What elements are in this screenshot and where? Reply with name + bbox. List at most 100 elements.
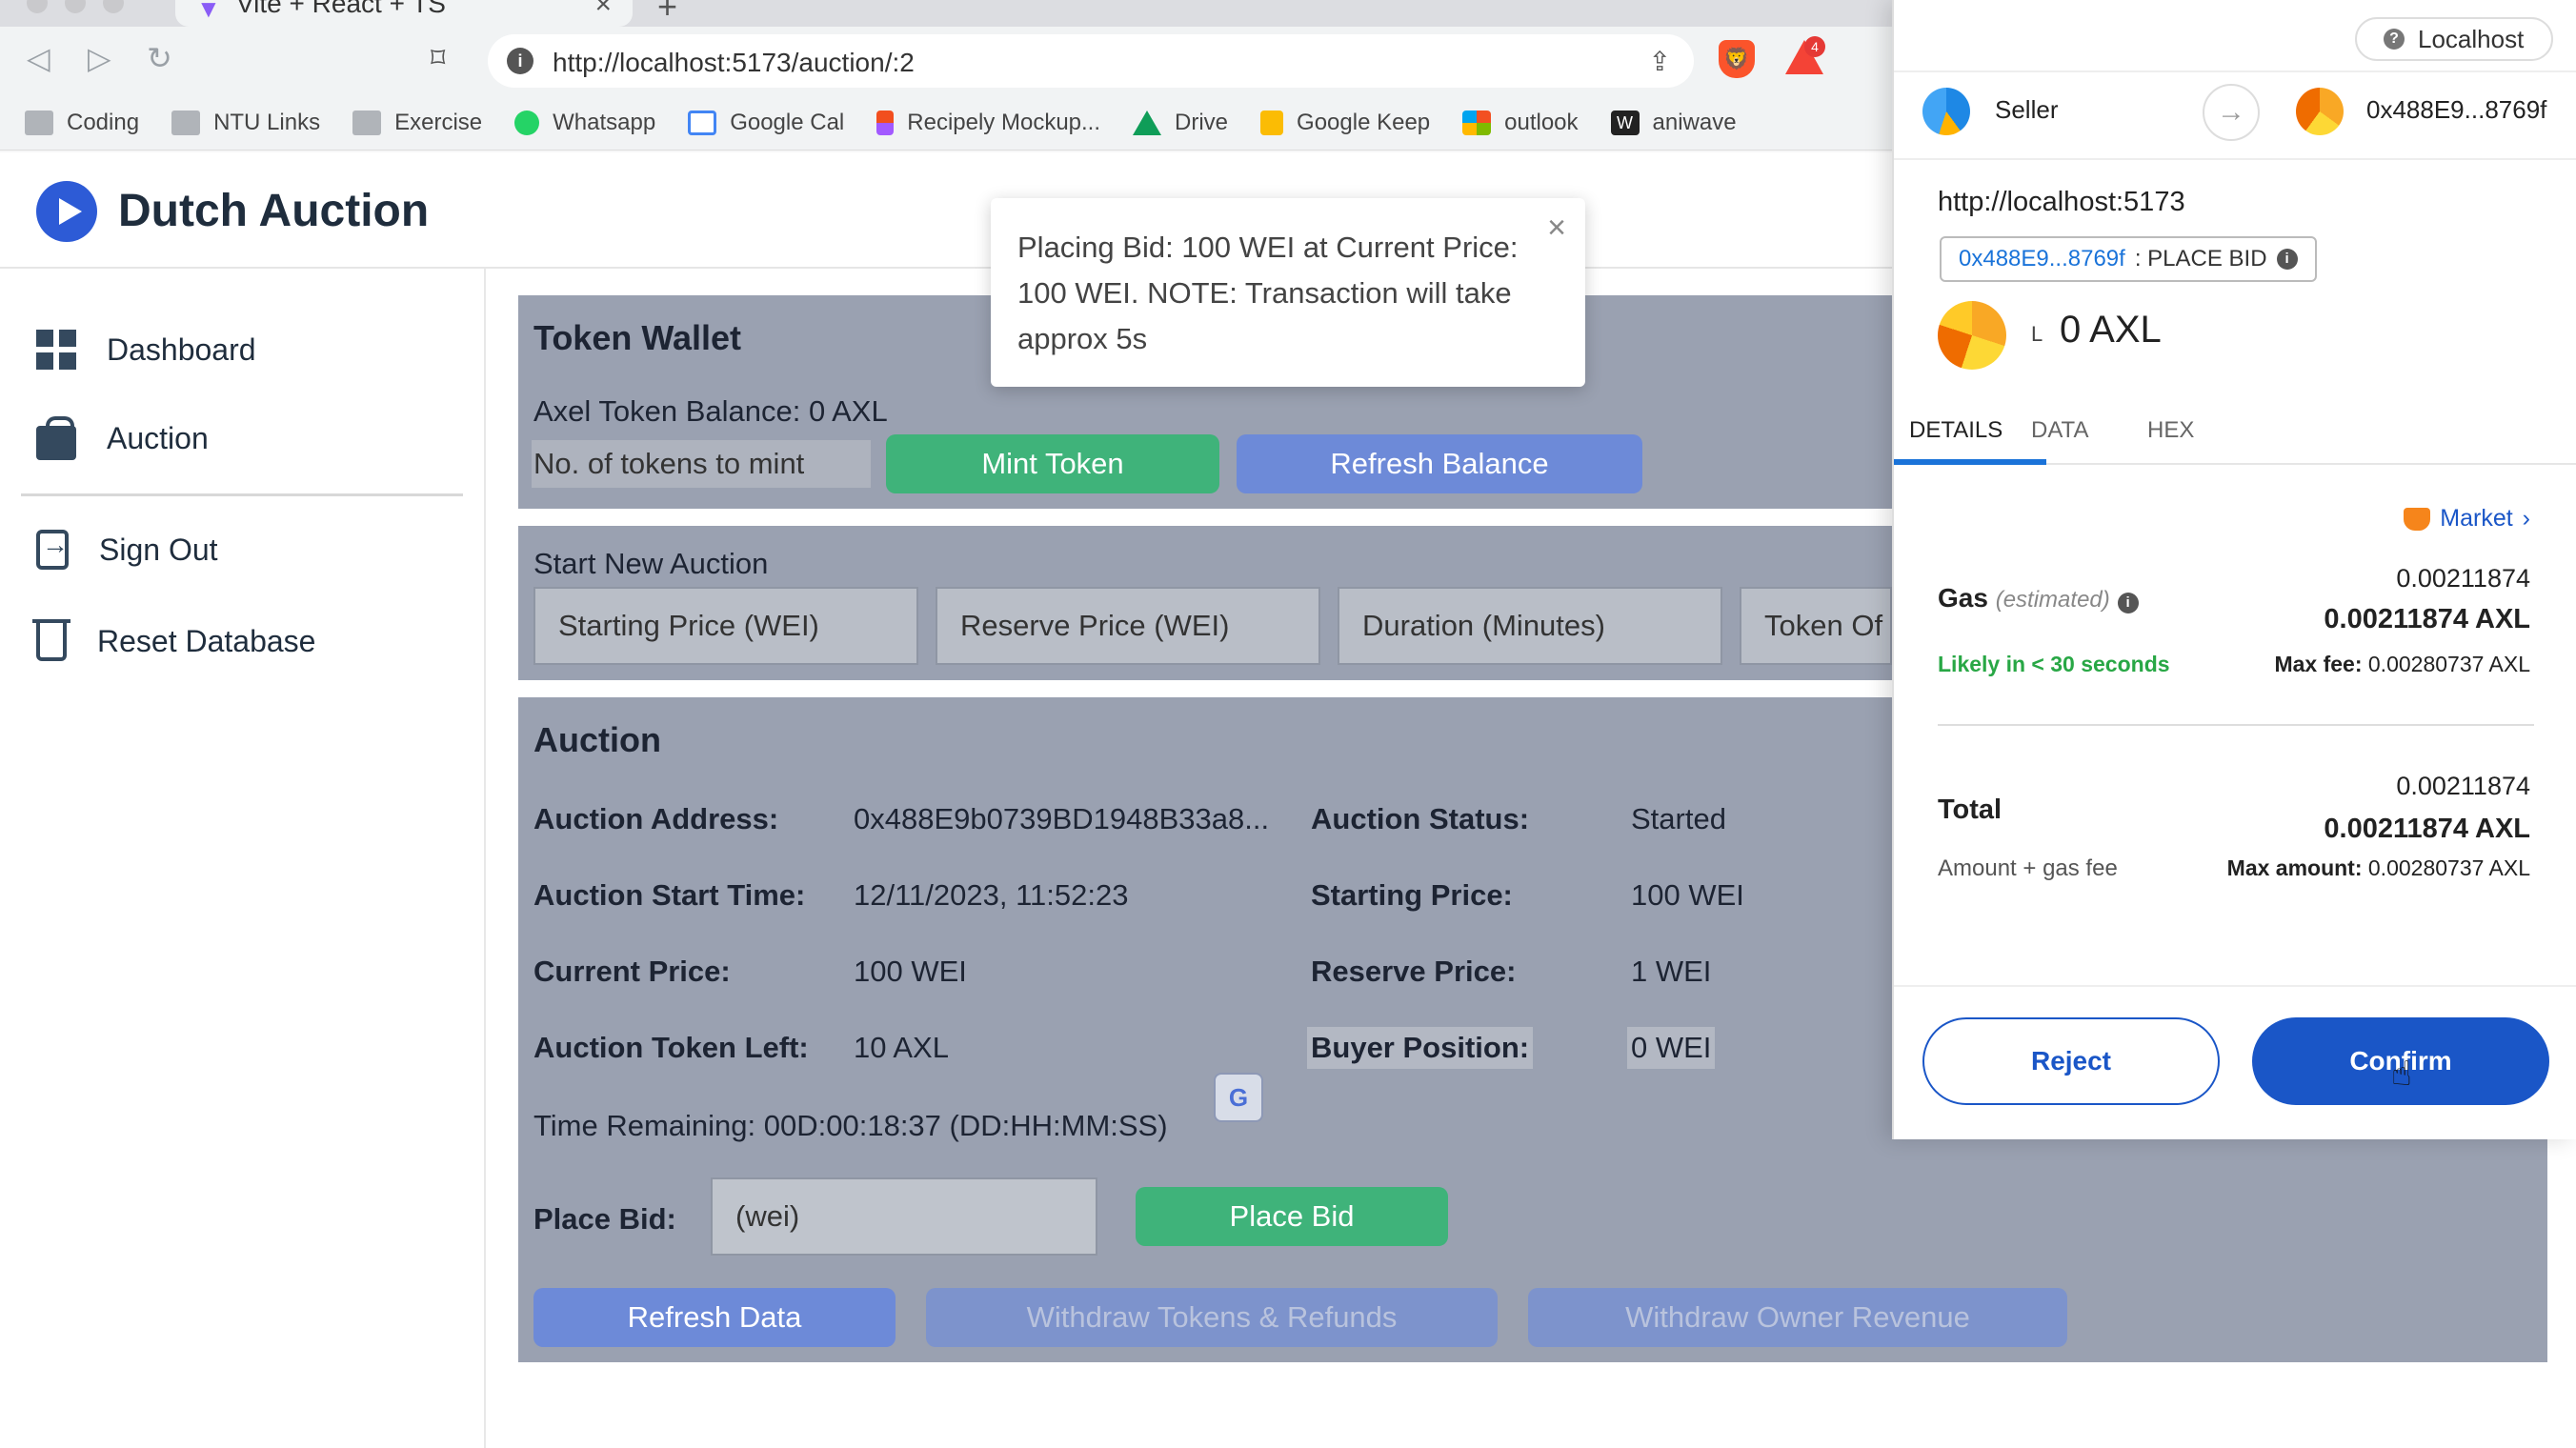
max-amount-value: 0.00280737 AXL	[2367, 855, 2530, 880]
reserve-price-value: 1 WEI	[1631, 955, 1712, 988]
sidebar-item-label: Reset Database	[97, 623, 316, 658]
tab-hex[interactable]: HEX	[2147, 417, 2194, 444]
method-badge[interactable]: 0x488E9...8769f : PLACE BID i	[1940, 236, 2317, 282]
toast-notification: Placing Bid: 100 WEI at Current Price: 1…	[991, 198, 1585, 387]
refresh-data-button[interactable]: Refresh Data	[533, 1288, 896, 1347]
token-offer-input[interactable]: Token Of	[1740, 587, 1892, 665]
bookmark-item[interactable]: Waniwave	[1610, 110, 1737, 136]
contract-address[interactable]: 0x488E9...8769f	[1959, 246, 2125, 272]
gcal-icon	[688, 110, 717, 135]
back-icon[interactable]: ◁	[27, 40, 50, 76]
drive-icon	[1133, 110, 1162, 135]
bookmark-item[interactable]: NTU Links	[171, 110, 320, 136]
gas-market-selector[interactable]: Market ›	[2404, 505, 2530, 533]
browser-tab[interactable]: ▼ Vite + React + TS ×	[175, 0, 633, 27]
buyer-position-label: Buyer Position:	[1307, 1027, 1534, 1069]
transaction-amount: 0 AXL	[2060, 309, 2162, 351]
translate-icon[interactable]: G	[1214, 1073, 1263, 1122]
close-tab-icon[interactable]: ×	[594, 0, 612, 21]
reject-button[interactable]: Reject	[1922, 1017, 2220, 1105]
wa-icon	[514, 110, 540, 135]
dashboard-icon	[36, 330, 76, 370]
address-bar[interactable]: i http://localhost:5173/auction/:2 ⇪	[488, 34, 1694, 88]
forward-icon[interactable]: ▷	[88, 40, 111, 76]
sign-out-icon	[36, 530, 69, 570]
rewards-badge: 4	[1804, 36, 1825, 57]
method-name: : PLACE BID	[2134, 246, 2267, 272]
auction-status-label: Auction Status:	[1311, 802, 1530, 835]
bookmark-icon[interactable]: ⌑	[431, 42, 445, 75]
market-label: Market	[2440, 505, 2513, 532]
token-balance: Axel Token Balance: 0 AXL	[533, 394, 888, 428]
reserve-price-input[interactable]: Reserve Price (WEI)	[936, 587, 1320, 665]
withdraw-tokens-button[interactable]: Withdraw Tokens & Refunds	[926, 1288, 1498, 1347]
app-title: Dutch Auction	[118, 186, 430, 236]
share-icon[interactable]: ⇪	[1649, 46, 1671, 77]
sidebar-item-auction[interactable]: Auction	[36, 415, 209, 460]
app-logo-icon	[36, 181, 97, 242]
sidebar-divider	[21, 493, 463, 496]
sidebar-item-reset-database[interactable]: Reset Database	[32, 619, 316, 661]
mint-token-button[interactable]: Mint Token	[886, 434, 1219, 493]
bookmark-label: Coding	[67, 109, 140, 135]
auction-start-time-label: Auction Start Time:	[533, 878, 806, 912]
brave-shield-icon[interactable]: 🦁	[1719, 40, 1755, 78]
reload-icon[interactable]: ↻	[147, 40, 172, 76]
max-fee-value: 0.00280737 AXL	[2367, 652, 2530, 676]
bookmark-item[interactable]: Google Keep	[1260, 110, 1430, 136]
tab-data[interactable]: DATA	[2031, 417, 2088, 444]
buyer-position-value: 0 WEI	[1627, 1027, 1716, 1069]
bookmark-item[interactable]: Google Cal	[688, 110, 844, 136]
folder-icon	[25, 110, 53, 135]
bookmark-item[interactable]: Recipely Mockup...	[876, 110, 1100, 136]
site-info-icon[interactable]: i	[507, 48, 533, 74]
bookmark-item[interactable]: outlook	[1462, 109, 1579, 136]
info-icon[interactable]: i	[2276, 249, 2298, 270]
place-bid-button[interactable]: Place Bid	[1136, 1187, 1448, 1246]
bookmark-label: outlook	[1504, 109, 1579, 135]
refresh-balance-button[interactable]: Refresh Balance	[1237, 434, 1642, 493]
total-label: Total	[1938, 794, 2002, 825]
auction-address-label: Auction Address:	[533, 802, 779, 835]
sidebar-item-sign-out[interactable]: Sign Out	[36, 530, 218, 570]
url-text: http://localhost:5173/auction/:2	[553, 48, 915, 77]
sidebar-item-dashboard[interactable]: Dashboard	[36, 330, 256, 370]
mouse-cursor-icon: ☝	[2391, 1054, 2412, 1093]
to-address[interactable]: 0x488E9...8769f	[2366, 95, 2546, 125]
tab-title: Vite + React + TS	[236, 0, 446, 18]
sidebar-item-label: Dashboard	[107, 332, 256, 367]
network-selector[interactable]: ? Localhost	[2355, 17, 2553, 61]
shopping-bag-icon	[36, 415, 76, 460]
starting-price-input[interactable]: Starting Price (WEI)	[533, 587, 918, 665]
bookmark-label: Google Keep	[1297, 109, 1431, 135]
info-icon[interactable]: i	[2117, 593, 2139, 613]
active-tab-indicator	[1894, 459, 2046, 465]
figma-icon	[876, 110, 895, 135]
duration-input[interactable]: Duration (Minutes)	[1338, 587, 1722, 665]
network-icon: ?	[2384, 29, 2405, 50]
new-tab-icon[interactable]: +	[657, 0, 677, 27]
bookmark-item[interactable]: Coding	[25, 110, 139, 136]
bookmark-item[interactable]: Exercise	[352, 110, 482, 136]
bookmark-label: Whatsapp	[553, 109, 656, 135]
app-header: Dutch Auction	[0, 152, 1896, 269]
sidebar: Dashboard Auction Sign Out Reset Databas…	[0, 269, 486, 1448]
bookmark-item[interactable]: Drive	[1133, 110, 1228, 136]
max-fee-label: Max fee:	[2274, 652, 2363, 676]
outlook-icon	[1462, 110, 1492, 135]
close-icon[interactable]: ×	[1547, 210, 1566, 247]
bid-amount-input[interactable]: (wei)	[711, 1177, 1097, 1256]
from-account-name[interactable]: Seller	[1995, 95, 2058, 125]
withdraw-revenue-button[interactable]: Withdraw Owner Revenue	[1528, 1288, 2067, 1347]
tab-details[interactable]: DETAILS	[1909, 417, 2002, 444]
amount-gas-fee-label: Amount + gas fee	[1938, 855, 2118, 881]
window-controls[interactable]	[27, 0, 124, 13]
total-value-axl: 0.00211874 AXL	[2324, 814, 2530, 844]
vite-icon: ▼	[196, 0, 221, 23]
bookmark-item[interactable]: Whatsapp	[514, 110, 655, 136]
mint-amount-input[interactable]: No. of tokens to mint	[532, 440, 871, 488]
max-fee: Max fee: 0.00280737 AXL	[2274, 652, 2530, 677]
starting-price-value: 100 WEI	[1631, 878, 1744, 912]
likely-time: Likely in < 30 seconds	[1938, 652, 2170, 676]
place-bid-label: Place Bid:	[533, 1202, 676, 1236]
